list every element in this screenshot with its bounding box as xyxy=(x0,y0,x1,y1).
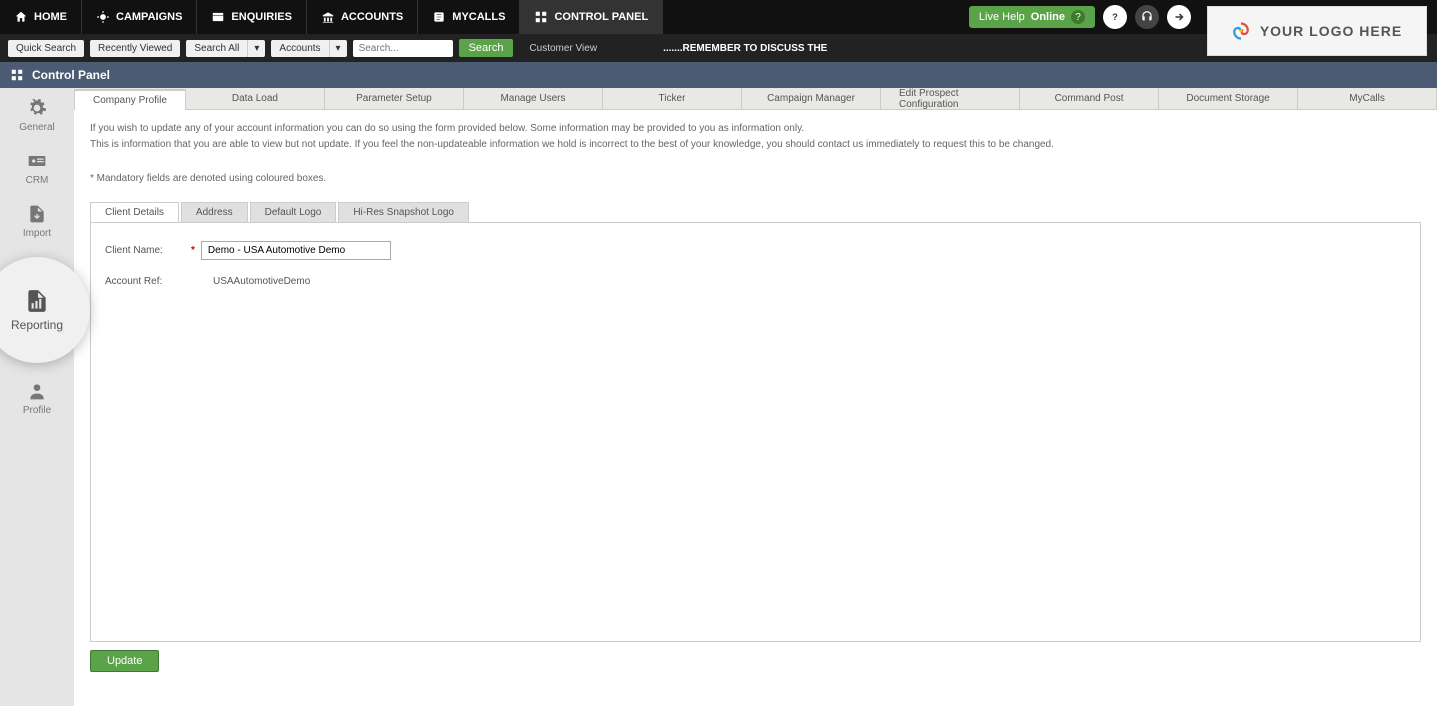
live-help-text: Live Help xyxy=(979,11,1025,23)
grid-icon xyxy=(10,68,24,82)
nav-accounts[interactable]: ACCOUNTS xyxy=(307,0,418,34)
search-entity-dropdown[interactable]: Accounts ▾ xyxy=(271,40,346,57)
sub-tabs: Client Details Address Default Logo Hi-R… xyxy=(90,202,1421,222)
import-icon xyxy=(27,204,47,224)
home-icon xyxy=(14,10,28,24)
subtab-default-logo[interactable]: Default Logo xyxy=(250,202,337,222)
nav-control-panel[interactable]: CONTROL PANEL xyxy=(520,0,663,34)
required-marker: * xyxy=(191,245,195,256)
tab-mycalls[interactable]: MyCalls xyxy=(1298,88,1437,109)
sidebar-label: Reporting xyxy=(11,318,63,332)
search-button[interactable]: Search xyxy=(459,39,514,57)
sidebar-label: General xyxy=(19,122,55,133)
arrow-right-icon xyxy=(1173,11,1185,23)
logo-placeholder: YOUR LOGO HERE xyxy=(1207,6,1427,56)
help-icon: ? xyxy=(1108,10,1122,24)
nav-enquiries[interactable]: ENQUIRIES xyxy=(197,0,307,34)
tab-document-storage[interactable]: Document Storage xyxy=(1159,88,1298,109)
search-scope-dropdown[interactable]: Search All ▾ xyxy=(186,40,265,57)
tab-edit-prospect[interactable]: Edit Prospect Configuration xyxy=(881,88,1020,109)
nav-mycalls-label: MYCALLS xyxy=(452,11,505,23)
logo-icon xyxy=(1232,22,1250,40)
tab-company-profile[interactable]: Company Profile xyxy=(74,89,186,110)
help-button[interactable]: ? xyxy=(1103,5,1127,29)
control-icon xyxy=(534,10,548,24)
sidebar-item-general[interactable]: General xyxy=(19,98,55,133)
mandatory-note: * Mandatory fields are denoted using col… xyxy=(90,172,1421,186)
accounts-icon xyxy=(321,10,335,24)
form-panel: Client Name: * Account Ref: USAAutomotiv… xyxy=(90,222,1421,642)
nav-mycalls[interactable]: MYCALLS xyxy=(418,0,520,34)
tab-ticker[interactable]: Ticker xyxy=(603,88,742,109)
svg-text:?: ? xyxy=(1112,12,1118,22)
tab-manage-users[interactable]: Manage Users xyxy=(464,88,603,109)
crm-icon xyxy=(27,151,47,171)
search-input[interactable] xyxy=(353,40,453,57)
tab-campaign-manager[interactable]: Campaign Manager xyxy=(742,88,881,109)
subtab-client-details[interactable]: Client Details xyxy=(90,202,179,222)
tab-command-post[interactable]: Command Post xyxy=(1020,88,1159,109)
subtab-address[interactable]: Address xyxy=(181,202,248,222)
update-button[interactable]: Update xyxy=(90,650,159,672)
live-help-status: Online xyxy=(1031,11,1065,23)
account-ref-value: USAAutomotiveDemo xyxy=(205,276,310,287)
notifications-button[interactable] xyxy=(1135,5,1159,29)
nav-campaigns[interactable]: CAMPAIGNS xyxy=(82,0,197,34)
nav-accounts-label: ACCOUNTS xyxy=(341,11,403,23)
mycalls-icon xyxy=(432,10,446,24)
recently-viewed-button[interactable]: Recently Viewed xyxy=(90,40,180,57)
sidebar-label: Import xyxy=(23,228,51,239)
campaign-icon xyxy=(96,10,110,24)
nav-campaigns-label: CAMPAIGNS xyxy=(116,11,182,23)
search-entity-label: Accounts xyxy=(271,40,328,57)
live-help-button[interactable]: Live Help Online ? xyxy=(969,6,1095,28)
page-title: Control Panel xyxy=(32,68,110,82)
client-name-label: Client Name: xyxy=(105,245,185,256)
sidebar-item-import[interactable]: Import xyxy=(23,204,51,239)
ticker-text: .......REMEMBER TO DISCUSS THE xyxy=(663,43,827,54)
nav-home[interactable]: HOME xyxy=(0,0,82,34)
sidebar-label: Profile xyxy=(23,405,51,416)
info-text-2: This is information that you are able to… xyxy=(90,138,1421,152)
breadcrumb: Control Panel xyxy=(0,62,1437,88)
logo-text: YOUR LOGO HERE xyxy=(1260,23,1402,39)
gear-icon xyxy=(27,98,47,118)
info-text-1: If you wish to update any of your accoun… xyxy=(90,122,1421,136)
main-tabs: Company Profile Data Load Parameter Setu… xyxy=(74,88,1437,110)
nav-enquiries-label: ENQUIRIES xyxy=(231,11,292,23)
chevron-down-icon: ▾ xyxy=(247,40,265,57)
nav-control-label: CONTROL PANEL xyxy=(554,11,648,23)
quick-search-button[interactable]: Quick Search xyxy=(8,40,84,57)
left-sidebar: General CRM Import Reporting Profile xyxy=(0,88,74,706)
sidebar-item-crm[interactable]: CRM xyxy=(26,151,49,186)
tab-parameter-setup[interactable]: Parameter Setup xyxy=(325,88,464,109)
profile-icon xyxy=(27,381,47,401)
client-name-input[interactable] xyxy=(201,241,391,260)
tab-data-load[interactable]: Data Load xyxy=(186,88,325,109)
enquiries-icon xyxy=(211,10,225,24)
subtab-hires-logo[interactable]: Hi-Res Snapshot Logo xyxy=(338,202,469,222)
customer-view-link[interactable]: Customer View xyxy=(529,43,597,54)
logout-button[interactable] xyxy=(1167,5,1191,29)
reporting-icon xyxy=(24,288,50,314)
sidebar-label: CRM xyxy=(26,175,49,186)
sidebar-item-profile[interactable]: Profile xyxy=(23,381,51,416)
main-content: Company Profile Data Load Parameter Setu… xyxy=(74,88,1437,706)
headset-icon xyxy=(1140,10,1154,24)
search-scope-label: Search All xyxy=(186,40,247,57)
account-ref-label: Account Ref: xyxy=(105,276,185,287)
chevron-down-icon: ▾ xyxy=(329,40,347,57)
question-icon: ? xyxy=(1071,10,1085,24)
nav-home-label: HOME xyxy=(34,11,67,23)
